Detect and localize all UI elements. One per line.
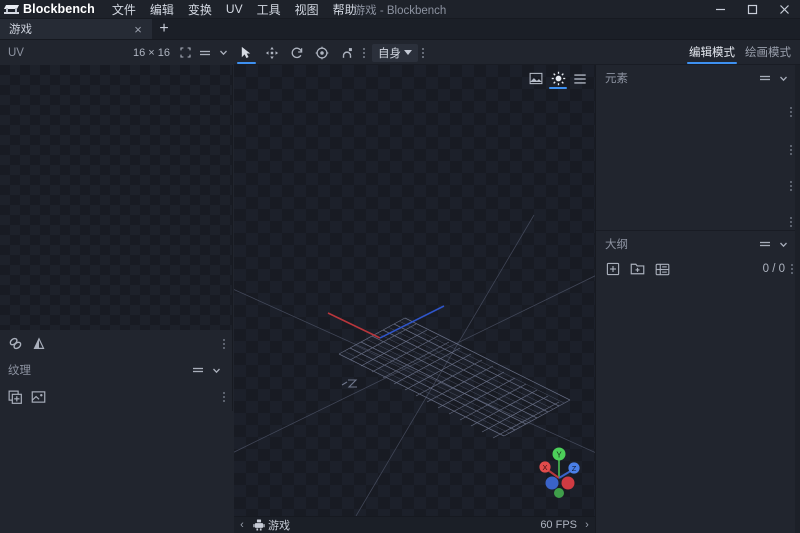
menu-file[interactable]: 文件	[105, 0, 143, 20]
menu-tools[interactable]: 工具	[250, 0, 288, 20]
app-name: Blockbench	[23, 2, 95, 16]
uv-canvas[interactable]	[0, 65, 233, 330]
status-fps: 60 FPS	[540, 519, 577, 531]
move-tool[interactable]	[234, 40, 259, 65]
right-scrollbar[interactable]	[795, 65, 800, 533]
uv-resolution-label: 16 × 16	[133, 47, 170, 59]
right-sidebar: 元素 大纲	[595, 65, 800, 533]
vertical-dots-icon[interactable]	[786, 103, 795, 121]
mode-tabs: 编辑模式 绘画模式	[684, 40, 796, 65]
axis-gizmo[interactable]: Y X Z	[531, 442, 587, 498]
rotate-tool[interactable]	[284, 40, 309, 65]
vertical-dots-icon[interactable]	[786, 141, 795, 159]
menu-edit[interactable]: 编辑	[143, 0, 181, 20]
vertical-dots-icon[interactable]	[219, 334, 228, 354]
menu-view[interactable]: 视图	[288, 0, 326, 20]
add-image-icon[interactable]	[4, 386, 27, 408]
blockbench-window: Blockbench 文件 编辑 变换 UV 工具 视图 帮助 游戏 - Blo…	[0, 0, 800, 533]
tab-paint-mode[interactable]: 绘画模式	[740, 40, 796, 65]
vertical-dots-icon[interactable]	[418, 40, 427, 65]
chevron-down-icon[interactable]	[774, 68, 793, 88]
maximize-icon[interactable]	[736, 0, 768, 19]
blockbench-logo-icon	[4, 2, 20, 16]
close-icon[interactable]: ×	[130, 23, 146, 36]
close-icon[interactable]	[768, 0, 800, 19]
triangle-alpha-icon[interactable]	[27, 333, 50, 355]
uv-panel-title: UV	[0, 47, 133, 59]
chevron-left-icon[interactable]: ‹	[234, 519, 250, 531]
viewport-controls	[525, 68, 591, 89]
menu-uv[interactable]: UV	[219, 0, 250, 18]
pivot-select-label: 自身	[378, 45, 401, 61]
add-box-icon[interactable]	[600, 258, 625, 280]
elements-panel-title: 元素	[596, 70, 755, 86]
gizmo-axis-x-label: X	[542, 463, 547, 472]
project-tab[interactable]: 游戏 ×	[0, 19, 152, 39]
menu-help[interactable]: 帮助	[326, 0, 364, 20]
resize-tool[interactable]	[259, 40, 284, 65]
add-folder-icon[interactable]	[625, 258, 650, 280]
texture-tools-row	[0, 383, 233, 411]
outline-tools-row: 0 / 0	[596, 257, 800, 281]
gizmo-axis-z-label: Z	[572, 464, 577, 473]
list-icon[interactable]	[569, 68, 591, 89]
minimize-icon[interactable]	[704, 0, 736, 19]
hamburger-icon[interactable]	[196, 44, 213, 61]
image-import-icon[interactable]	[27, 386, 50, 408]
pivot-tool[interactable]	[309, 40, 334, 65]
outline-panel-header: 大纲	[596, 231, 800, 257]
viewport-3d[interactable]: Y X Z	[234, 65, 595, 516]
sun-icon[interactable]	[547, 68, 569, 89]
model-icon	[250, 519, 268, 531]
texture-panel-header: 纹理	[0, 357, 233, 383]
hamburger-icon[interactable]	[755, 234, 774, 254]
pivot-select[interactable]: 自身	[372, 44, 418, 62]
uv-panel-header: UV 16 × 16	[0, 40, 234, 65]
link-icon[interactable]	[4, 333, 27, 355]
gizmo-axis-y-label: Y	[556, 451, 562, 460]
vertical-dots-icon[interactable]	[359, 40, 368, 65]
titlebar: Blockbench 文件 编辑 变换 UV 工具 视图 帮助	[0, 0, 800, 19]
hamburger-icon[interactable]	[189, 362, 206, 379]
add-tab-button[interactable]: +	[152, 19, 176, 39]
main-toolbar: UV 16 × 16	[0, 40, 800, 65]
texture-panel-title: 纹理	[0, 362, 189, 378]
left-sidebar: 纹理	[0, 65, 234, 533]
chevron-down-icon[interactable]	[208, 362, 225, 379]
status-model-name: 游戏	[268, 517, 540, 533]
uv-tools-row	[0, 330, 233, 357]
vertical-dots-icon[interactable]	[786, 177, 795, 195]
hamburger-icon[interactable]	[755, 68, 774, 88]
caret-down-icon	[404, 50, 412, 55]
window-controls	[704, 0, 800, 19]
tab-edit-mode[interactable]: 编辑模式	[684, 40, 740, 65]
chevron-down-icon[interactable]	[215, 44, 232, 61]
transform-tools: 自身	[234, 40, 427, 65]
list-settings-icon[interactable]	[650, 258, 675, 280]
outline-count: 0 / 0	[763, 263, 785, 275]
project-tabbar: 游戏 × +	[0, 19, 800, 40]
statusbar: ‹ 游戏 60 FPS ›	[234, 516, 595, 533]
chevron-down-icon[interactable]	[774, 234, 793, 254]
fullscreen-icon[interactable]	[177, 44, 194, 61]
vertical-dots-icon[interactable]	[786, 213, 795, 231]
vertex-snap-tool[interactable]	[334, 40, 359, 65]
outline-panel-title: 大纲	[596, 236, 755, 252]
image-icon[interactable]	[525, 68, 547, 89]
elements-panel-header: 元素	[596, 65, 800, 91]
chevron-right-icon[interactable]: ›	[579, 519, 595, 531]
project-tab-label: 游戏	[9, 21, 130, 37]
menu-transform[interactable]: 变换	[181, 0, 219, 20]
vertical-dots-icon[interactable]	[219, 387, 228, 407]
